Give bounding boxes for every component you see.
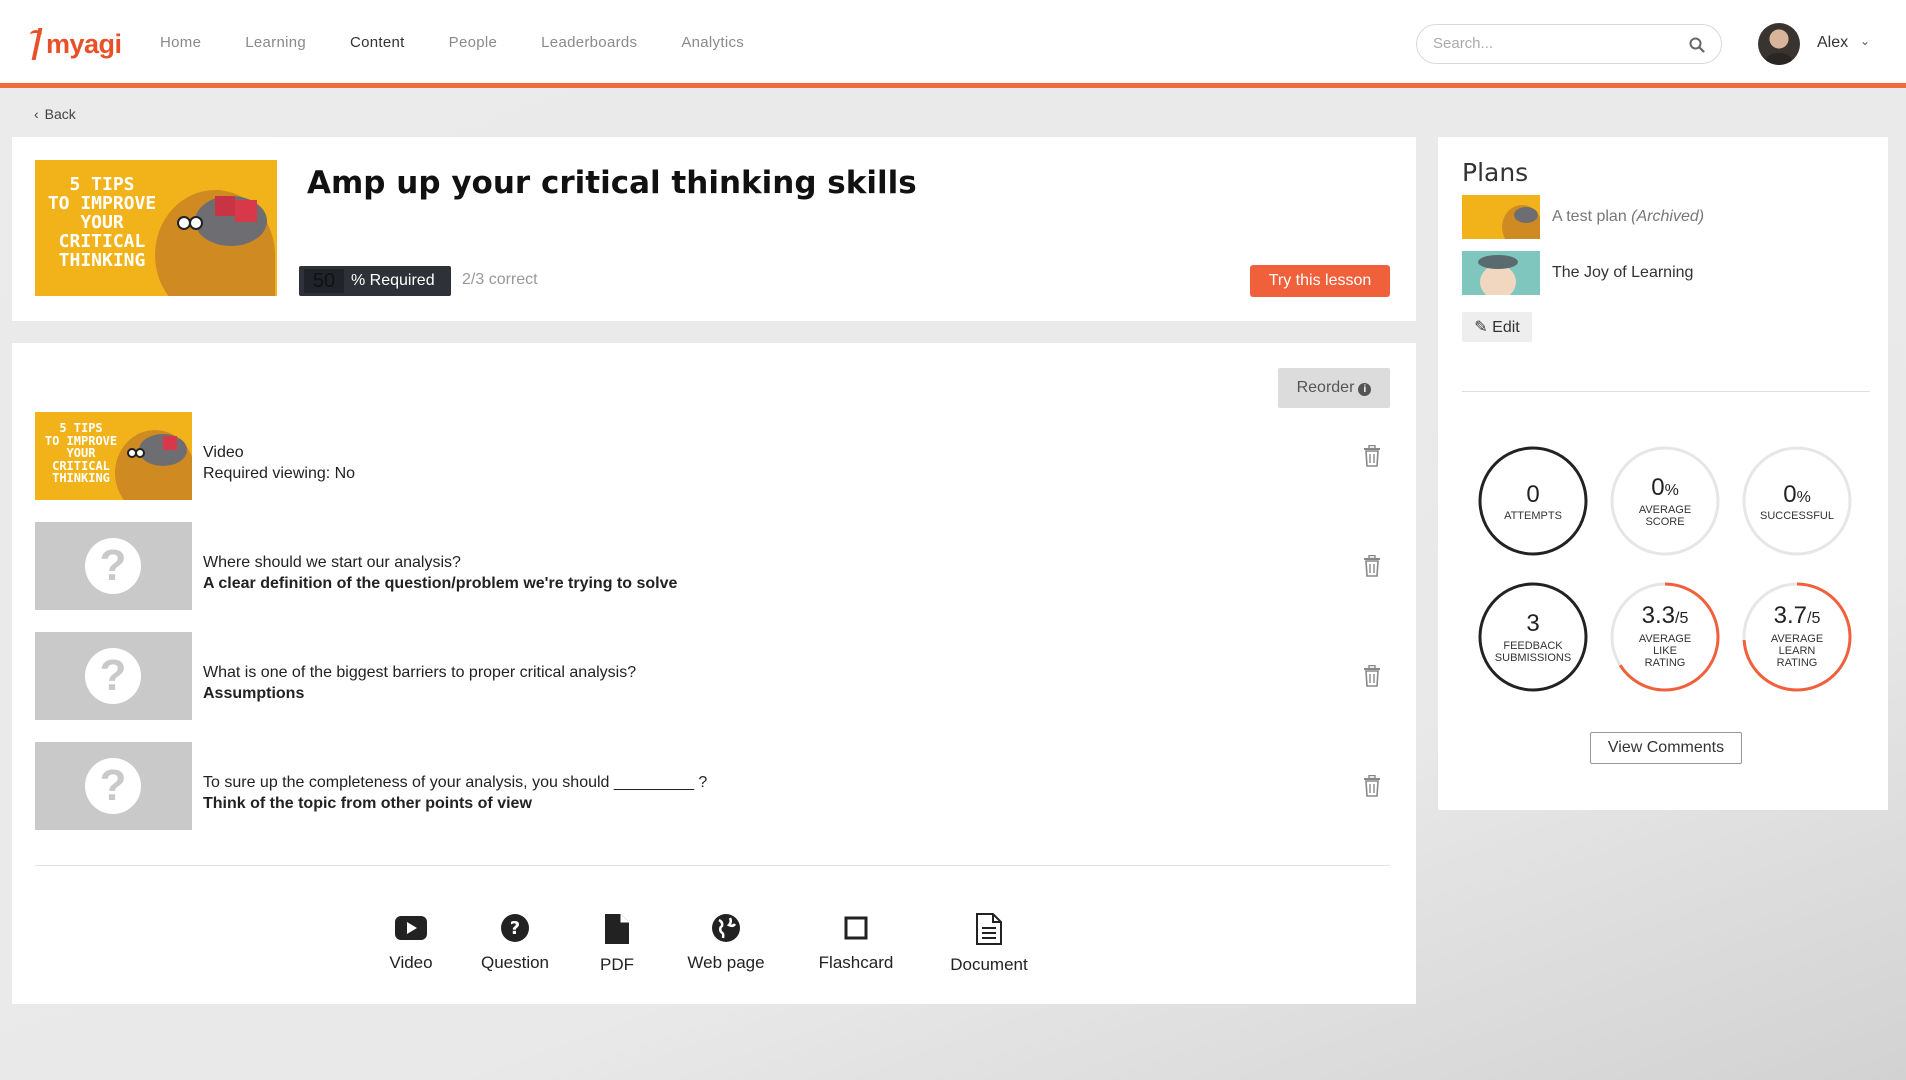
logo-wordmark: myagi (46, 28, 122, 59)
lesson-title: Amp up your critical thinking skills (307, 165, 917, 201)
back-link[interactable]: ‹ Back (34, 106, 82, 124)
add-flashcard-label: Flashcard (818, 953, 894, 972)
add-webpage-label: Web page (687, 953, 765, 972)
add-document-label: Document (950, 955, 1028, 974)
main-nav: Home Learning Content People Leaderboard… (160, 34, 788, 51)
item-detail: Required viewing: No (203, 465, 356, 482)
top-navbar: myagi Home Learning Content People Leade… (0, 0, 1906, 88)
file-icon (605, 914, 629, 944)
logo-mark-icon (30, 28, 44, 60)
thumbnail-caption: 5 TIPS TO IMPROVE YOUR CRITICAL THINKING (47, 174, 157, 271)
add-document-button[interactable]: Document (940, 913, 1038, 975)
required-score-badge: 50 % Required (299, 266, 451, 296)
plans-title: Plans (1462, 158, 1529, 187)
globe-icon (712, 914, 740, 942)
try-lesson-button[interactable]: Try this lesson (1250, 265, 1390, 297)
lesson-thumbnail: 5 TIPS TO IMPROVE YOUR CRITICAL THINKING (35, 160, 277, 296)
video-thumbnail: 5 TIPS TO IMPROVE YOUR CRITICAL THINKING (35, 412, 192, 500)
content-item-video[interactable]: 5 TIPS TO IMPROVE YOUR CRITICAL THINKING… (35, 412, 1395, 500)
add-question-button[interactable]: ? Question (472, 913, 558, 973)
nav-analytics[interactable]: Analytics (681, 34, 744, 51)
question-answer: Think of the topic from other points of … (203, 795, 532, 812)
question-mark-icon: ? (85, 538, 141, 594)
question-answer: Assumptions (203, 685, 305, 702)
chevron-down-icon[interactable]: ⌄ (1860, 34, 1870, 48)
edit-label: Edit (1492, 319, 1520, 336)
add-video-button[interactable]: Video (378, 913, 444, 973)
question-thumbnail: ? (35, 522, 192, 610)
plan-thumbnail (1462, 195, 1540, 239)
add-flashcard-button[interactable]: Flashcard (810, 913, 902, 973)
required-label: % Required (351, 272, 435, 289)
svg-text:?: ? (510, 918, 520, 939)
stat-average-learn-rating: 3.7/5 AVERAGE LEARN RATING (1742, 582, 1852, 692)
content-divider (35, 865, 1390, 866)
plan-thumbnail (1462, 251, 1540, 295)
correct-count: 2/3 correct (462, 271, 538, 288)
square-icon (844, 916, 868, 940)
content-item-question[interactable]: ? To sure up the completeness of your an… (35, 742, 1395, 830)
search-input[interactable] (1433, 35, 1673, 52)
question-text: To sure up the completeness of your anal… (203, 774, 708, 791)
trash-icon[interactable] (1363, 775, 1381, 797)
side-divider (1462, 391, 1870, 392)
archived-tag: (Archived) (1631, 208, 1705, 225)
stat-attempts: 0 ATTEMPTS (1478, 446, 1588, 556)
add-pdf-button[interactable]: PDF (592, 913, 642, 975)
add-video-label: Video (389, 953, 433, 972)
required-score-input[interactable]: 50 (304, 269, 344, 293)
question-text: What is one of the biggest barriers to p… (203, 664, 637, 681)
video-play-icon (395, 916, 427, 940)
add-webpage-button[interactable]: Web page (682, 913, 770, 973)
question-circle-icon: ? (501, 914, 529, 942)
nav-content[interactable]: Content (350, 34, 405, 51)
question-text: Where should we start our analysis? (203, 554, 461, 571)
stat-feedback-submissions: 3 FEEDBACK SUBMISSIONS (1478, 582, 1588, 692)
trash-icon[interactable] (1363, 445, 1381, 467)
nav-people[interactable]: People (449, 34, 498, 51)
nav-home[interactable]: Home (160, 34, 201, 51)
plan-item[interactable]: The Joy of Learning (1462, 251, 1882, 295)
trash-icon[interactable] (1363, 665, 1381, 687)
info-icon: i (1358, 383, 1372, 396)
question-mark-icon: ? (85, 648, 141, 704)
nav-learning[interactable]: Learning (245, 34, 306, 51)
stat-average-score: 0% AVERAGE SCORE (1610, 446, 1720, 556)
pencil-icon: ✎ (1474, 319, 1488, 336)
question-answer: A clear definition of the question/probl… (203, 575, 678, 592)
edit-plans-button[interactable]: ✎ Edit (1462, 312, 1532, 342)
stat-successful: 0% SUCCESSFUL (1742, 446, 1852, 556)
trash-icon[interactable] (1363, 555, 1381, 577)
user-name[interactable]: Alex (1817, 34, 1848, 52)
question-mark-icon: ? (85, 758, 141, 814)
view-comments-button[interactable]: View Comments (1590, 732, 1742, 764)
document-icon (976, 913, 1002, 945)
myagi-logo[interactable]: myagi (30, 26, 122, 62)
item-type: Video (203, 444, 244, 461)
search-icon[interactable] (1689, 37, 1705, 53)
user-avatar[interactable] (1758, 23, 1800, 65)
question-thumbnail: ? (35, 742, 192, 830)
plan-name: The Joy of Learning (1552, 264, 1694, 281)
stat-average-like-rating: 3.3/5 AVERAGE LIKE RATING (1610, 582, 1720, 692)
back-label: Back (44, 106, 76, 122)
plan-name: A test plan (Archived) (1552, 208, 1705, 225)
reorder-button[interactable]: Reorder i (1278, 368, 1390, 408)
content-item-question[interactable]: ? Where should we start our analysis? A … (35, 522, 1395, 610)
plan-item[interactable]: A test plan (Archived) (1462, 195, 1882, 239)
question-thumbnail: ? (35, 632, 192, 720)
chevron-left-icon: ‹ (34, 106, 39, 122)
nav-leaderboards[interactable]: Leaderboards (541, 34, 637, 51)
search-box (1416, 24, 1722, 64)
add-pdf-label: PDF (600, 955, 634, 974)
reorder-label: Reorder (1296, 379, 1355, 396)
content-item-question[interactable]: ? What is one of the biggest barriers to… (35, 632, 1395, 720)
add-question-label: Question (480, 953, 550, 972)
